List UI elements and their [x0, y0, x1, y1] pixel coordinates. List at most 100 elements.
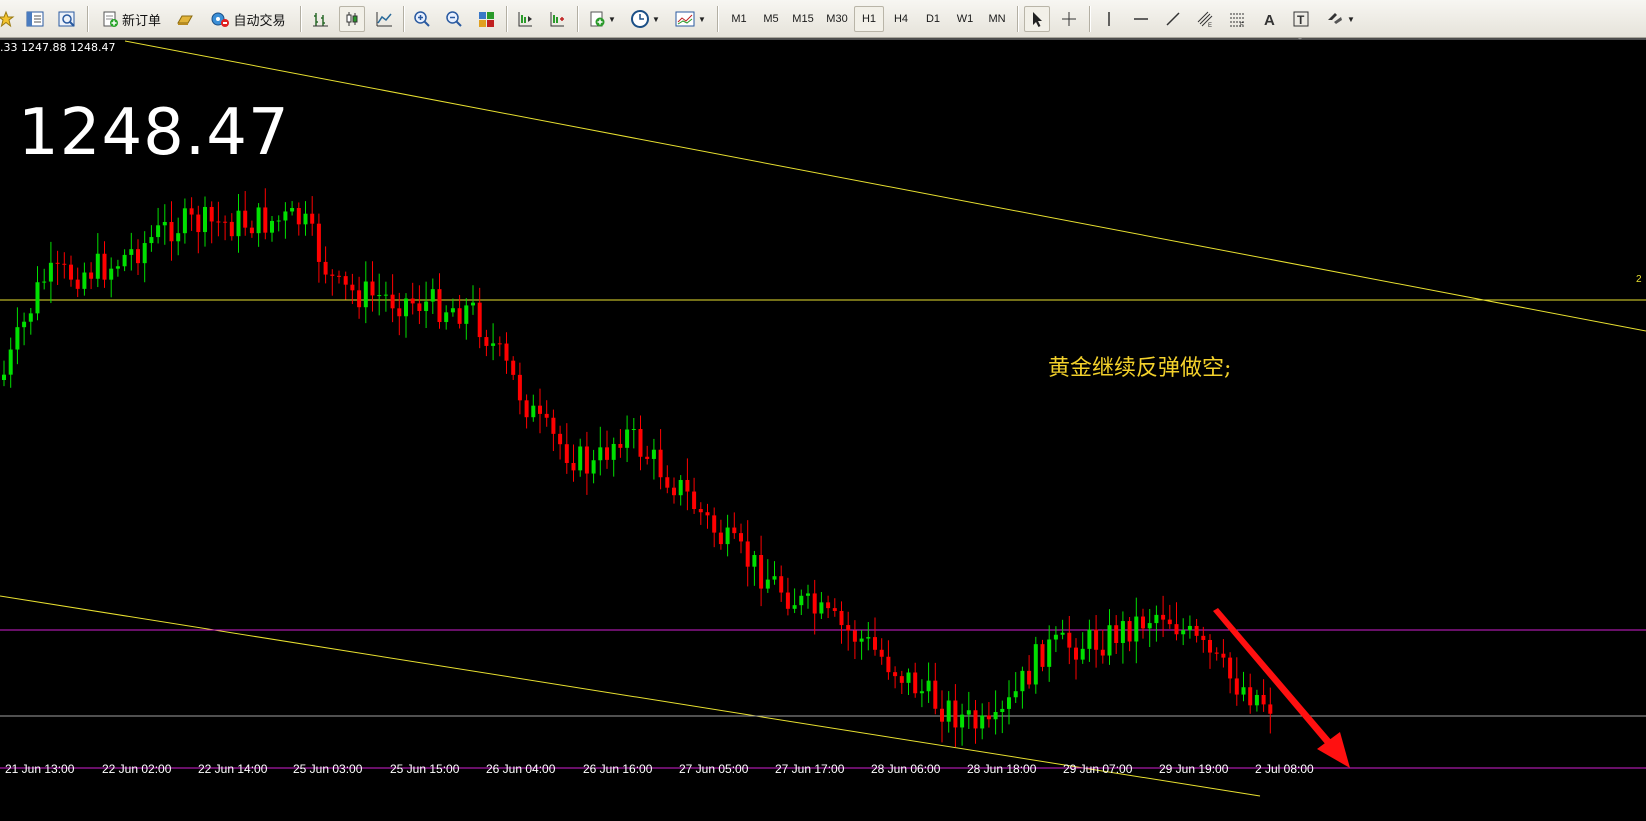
ohlc-readout: .33 1247.88 1248.47 [0, 41, 116, 54]
candle-body [812, 593, 817, 614]
timeframe-m30-button[interactable]: M30 [822, 6, 852, 32]
candle-body [203, 206, 207, 233]
candle-body [1067, 632, 1072, 648]
bar-chart-icon[interactable] [307, 6, 333, 32]
zoom-out-icon[interactable] [441, 6, 467, 32]
timeframe-m5-button[interactable]: M5 [756, 6, 786, 32]
candle-body [1013, 691, 1018, 698]
candle-body [410, 298, 415, 304]
equidistant-channel-icon[interactable]: E [1192, 6, 1218, 32]
candle-body [772, 576, 777, 580]
svg-text:E: E [1208, 23, 1212, 28]
timeframe-h4-button[interactable]: H4 [886, 6, 916, 32]
templates-dropdown[interactable]: ▼ [670, 6, 710, 32]
crosshair-icon[interactable] [1056, 6, 1082, 32]
candle-body [618, 443, 623, 448]
candle-body [806, 593, 810, 596]
candle-body [799, 595, 804, 606]
candle-body [1053, 634, 1058, 640]
time-axis-tick: 2 Jul 08:00 [1255, 762, 1314, 776]
candle-body [1147, 623, 1152, 629]
timeframe-m1-button[interactable]: M1 [724, 6, 754, 32]
candle-body [263, 207, 268, 233]
candle-body [785, 592, 790, 609]
candle-body [236, 210, 241, 237]
chart-annotation-text[interactable]: 黄金继续反弹做空; [1048, 350, 1231, 382]
candle-body [182, 208, 187, 234]
market-watch-icon[interactable] [22, 6, 48, 32]
candle-body [605, 447, 609, 460]
candle-body [705, 512, 710, 516]
vertical-line-icon[interactable] [1096, 6, 1122, 32]
candle-body [330, 274, 335, 276]
candle-body [464, 305, 469, 324]
candle-body [437, 289, 442, 323]
auto-trading-button[interactable]: 自动交易 [204, 6, 292, 32]
periods-dropdown[interactable]: ▼ [626, 6, 664, 32]
candle-body [363, 281, 368, 308]
candle-body [685, 479, 690, 492]
text-icon[interactable]: A [1256, 6, 1282, 32]
favorites-star-icon[interactable] [0, 6, 16, 32]
tile-windows-icon[interactable] [473, 6, 499, 32]
timeframe-d1-button[interactable]: D1 [918, 6, 948, 32]
navigator-icon[interactable] [54, 6, 80, 32]
candle-body [35, 282, 40, 314]
candle-body [571, 462, 576, 471]
zoom-in-icon[interactable] [409, 6, 435, 32]
candle-body [62, 263, 67, 265]
indicators-dropdown[interactable]: ▼ [584, 6, 620, 32]
auto-trading-icon [211, 12, 230, 27]
candle-body [370, 281, 375, 296]
fibonacci-icon[interactable]: F [1224, 6, 1250, 32]
candle-body [993, 712, 998, 720]
chart-shift-icon[interactable] [512, 6, 538, 32]
templates-icon [675, 11, 695, 27]
candle-body [142, 243, 147, 264]
candle-body [531, 405, 536, 418]
candle-body [645, 456, 650, 459]
candle-body [1120, 621, 1125, 643]
timeframe-mn-button[interactable]: MN [982, 6, 1012, 32]
candle-body [745, 541, 750, 567]
line-chart-icon[interactable] [371, 6, 397, 32]
candle-body [725, 527, 730, 545]
candle-body [732, 527, 737, 534]
candle-body [873, 637, 877, 650]
candle-body [1047, 639, 1052, 667]
auto-scroll-icon[interactable] [544, 6, 570, 32]
time-axis-tick: 26 Jun 04:00 [486, 762, 556, 776]
candle-body [1154, 614, 1159, 624]
candle-body [511, 360, 516, 375]
candle-body [625, 429, 630, 448]
candle-body [404, 298, 408, 317]
timeframe-w1-button[interactable]: W1 [950, 6, 980, 32]
time-axis-tick: 22 Jun 14:00 [198, 762, 268, 776]
indicators-icon [590, 11, 605, 27]
candle-body [484, 337, 489, 346]
time-axis-tick: 29 Jun 07:00 [1063, 762, 1133, 776]
candlesticks-icon[interactable] [339, 6, 365, 32]
horizontal-line-icon[interactable] [1128, 6, 1154, 32]
new-order-icon [103, 11, 118, 27]
candle-body [243, 210, 248, 228]
candle-body [665, 477, 670, 488]
svg-text:F: F [1240, 23, 1244, 28]
candle-body [517, 374, 522, 401]
new-order-button[interactable]: 新订单 [94, 6, 168, 32]
candle-body [209, 206, 214, 222]
text-label-icon[interactable]: T [1288, 6, 1314, 32]
time-axis-tick: 28 Jun 18:00 [967, 762, 1037, 776]
timeframe-m15-button[interactable]: M15 [788, 6, 818, 32]
candle-body [383, 294, 388, 296]
candle-body [906, 672, 911, 683]
trendline-icon[interactable] [1160, 6, 1186, 32]
timeframe-h1-button[interactable]: H1 [854, 6, 884, 32]
candle-body [631, 429, 636, 431]
candle-body [430, 289, 435, 302]
cursor-icon[interactable] [1024, 6, 1050, 32]
arrows-dropdown[interactable]: ▼ [1320, 6, 1360, 32]
candle-body [450, 308, 455, 313]
candle-body [1174, 624, 1179, 635]
gold-bar-icon[interactable] [172, 6, 198, 32]
